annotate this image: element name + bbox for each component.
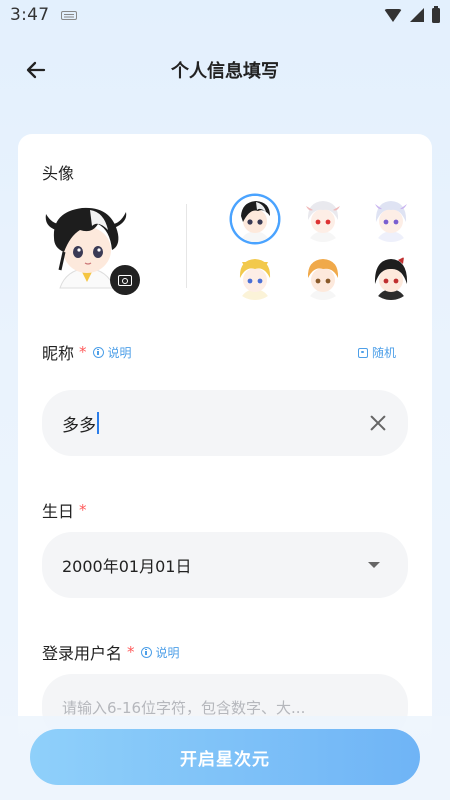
birthday-select[interactable]: 2000年01月01日: [42, 532, 408, 598]
avatar-option-3[interactable]: [368, 196, 414, 242]
back-button[interactable]: [22, 56, 50, 84]
avatar-option-4[interactable]: [232, 254, 278, 300]
nickname-help-link[interactable]: 说明: [92, 344, 132, 361]
keyboard-icon: [61, 10, 78, 20]
username-help-link[interactable]: 说明: [140, 644, 180, 661]
avatar-options: [232, 196, 414, 300]
required-mark: *: [79, 343, 87, 361]
arrow-left-icon: [26, 61, 46, 79]
camera-icon: [118, 274, 132, 286]
required-mark: *: [79, 501, 87, 519]
dropdown-arrow-icon: [368, 562, 380, 568]
header: 个人信息填写: [0, 50, 450, 90]
avatar-option-6[interactable]: [368, 254, 414, 300]
avatar-option-2[interactable]: [300, 196, 346, 242]
status-time: 3:47: [10, 5, 50, 25]
avatar-label: 头像: [42, 164, 75, 183]
random-label: 随机: [371, 346, 396, 360]
nickname-input[interactable]: 多多: [42, 390, 408, 456]
birthday-value: 2000年01月01日: [62, 557, 192, 576]
wifi-icon: [384, 8, 402, 22]
page-title: 个人信息填写: [171, 61, 279, 82]
nickname-label-row: 昵称 * 说明: [42, 340, 132, 364]
nickname-value: 多多: [62, 415, 96, 436]
profile-form-card: 头像 昵称 * 说明 随机 多多 生日 * 2000年01月01日 登录用户名 …: [18, 134, 432, 800]
username-help-text: 说明: [155, 645, 180, 660]
status-bar: 3:47: [0, 0, 450, 30]
dice-icon: [357, 347, 368, 358]
nickname-label: 昵称: [42, 344, 75, 363]
avatar-section-label: 头像: [42, 160, 74, 184]
text-cursor: [97, 412, 99, 434]
nickname-help-text: 说明: [107, 345, 132, 360]
change-avatar-button[interactable]: [110, 265, 140, 295]
battery-icon: [432, 5, 440, 23]
username-placeholder: 请输入6-16位字符，包含数字、大...: [62, 698, 306, 717]
avatar-option-5[interactable]: [300, 254, 346, 300]
avatar-divider: [186, 204, 187, 288]
avatar-option-1[interactable]: [232, 196, 278, 242]
random-nickname-button[interactable]: 随机: [357, 344, 396, 361]
info-icon: [140, 646, 152, 658]
birthday-label-row: 生日 *: [42, 498, 87, 522]
submit-button[interactable]: 开启星次元: [30, 729, 420, 785]
status-icons: [384, 5, 440, 23]
info-icon: [92, 346, 104, 358]
username-label: 登录用户名: [42, 644, 123, 663]
required-mark: *: [127, 643, 135, 661]
signal-icon: [410, 8, 424, 22]
username-label-row: 登录用户名 * 说明: [42, 640, 180, 664]
clear-icon[interactable]: [368, 413, 388, 433]
birthday-label: 生日: [42, 502, 75, 521]
